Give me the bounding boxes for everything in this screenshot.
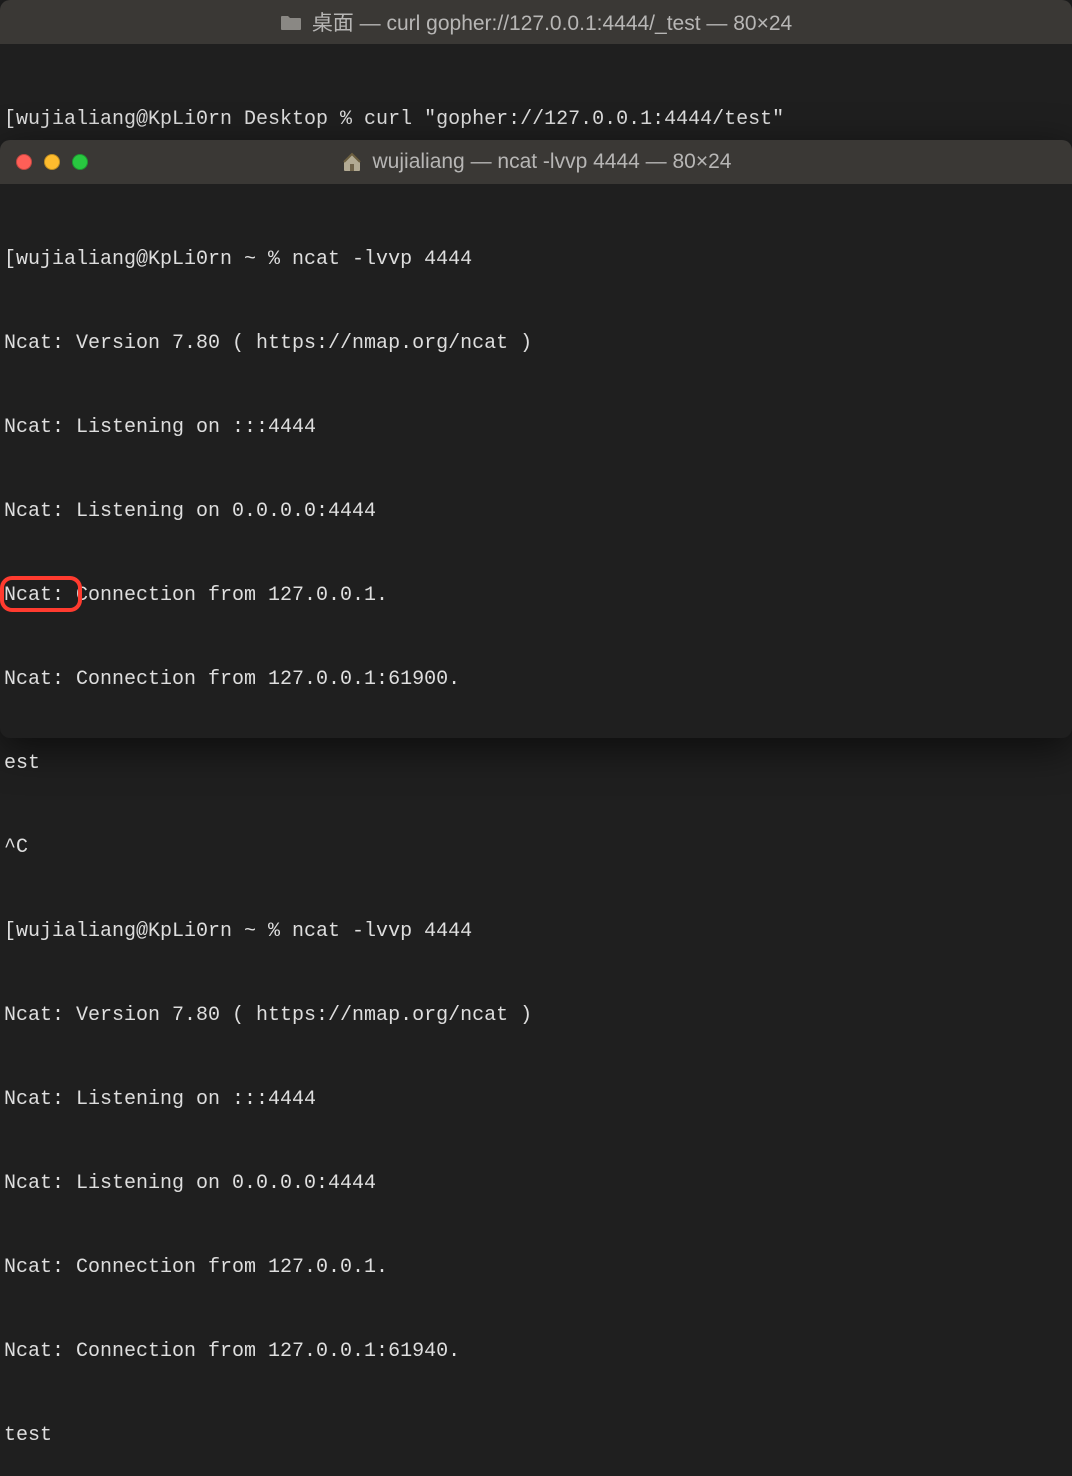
terminal-line: Ncat: Listening on :::4444 (4, 414, 1064, 442)
window-title-content-back: 桌面 — curl gopher://127.0.0.1:4444/_test … (0, 0, 1072, 44)
terminal-line: Ncat: Listening on :::4444 (4, 1086, 1064, 1114)
folder-icon (280, 12, 302, 32)
terminal-line: Ncat: Connection from 127.0.0.1. (4, 1254, 1064, 1282)
terminal-body-front[interactable]: [wujialiang@KpLi0rn ~ % ncat -lvvp 4444 … (0, 184, 1072, 1476)
window-title-front: wujialiang — ncat -lvvp 4444 — 80×24 (373, 150, 732, 174)
terminal-line: Ncat: Listening on 0.0.0.0:4444 (4, 1170, 1064, 1198)
window-title-content-front: wujialiang — ncat -lvvp 4444 — 80×24 (0, 140, 1072, 184)
terminal-line: [wujialiang@KpLi0rn Desktop % curl "goph… (4, 106, 1064, 134)
home-icon (341, 151, 363, 173)
terminal-line: est (4, 750, 1064, 778)
terminal-line: ^C (4, 834, 1064, 862)
terminal-window-front[interactable]: wujialiang — ncat -lvvp 4444 — 80×24 [wu… (0, 140, 1072, 738)
maximize-icon[interactable] (72, 154, 88, 170)
terminal-line: test (4, 1422, 1064, 1450)
traffic-lights (0, 154, 88, 170)
terminal-line: Ncat: Version 7.80 ( https://nmap.org/nc… (4, 330, 1064, 358)
terminal-line: Ncat: Connection from 127.0.0.1:61940. (4, 1338, 1064, 1366)
titlebar-front[interactable]: wujialiang — ncat -lvvp 4444 — 80×24 (0, 140, 1072, 184)
terminal-line: Ncat: Connection from 127.0.0.1:61900. (4, 666, 1064, 694)
terminal-line: [wujialiang@KpLi0rn ~ % ncat -lvvp 4444 (4, 246, 1064, 274)
terminal-line: Ncat: Listening on 0.0.0.0:4444 (4, 498, 1064, 526)
terminal-line: Ncat: Version 7.80 ( https://nmap.org/nc… (4, 1002, 1064, 1030)
titlebar-back[interactable]: 桌面 — curl gopher://127.0.0.1:4444/_test … (0, 0, 1072, 44)
window-title-back: 桌面 — curl gopher://127.0.0.1:4444/_test … (312, 7, 792, 37)
close-icon[interactable] (16, 154, 32, 170)
terminal-line: Ncat: Connection from 127.0.0.1. (4, 582, 1064, 610)
terminal-line: [wujialiang@KpLi0rn ~ % ncat -lvvp 4444 (4, 918, 1064, 946)
minimize-icon[interactable] (44, 154, 60, 170)
